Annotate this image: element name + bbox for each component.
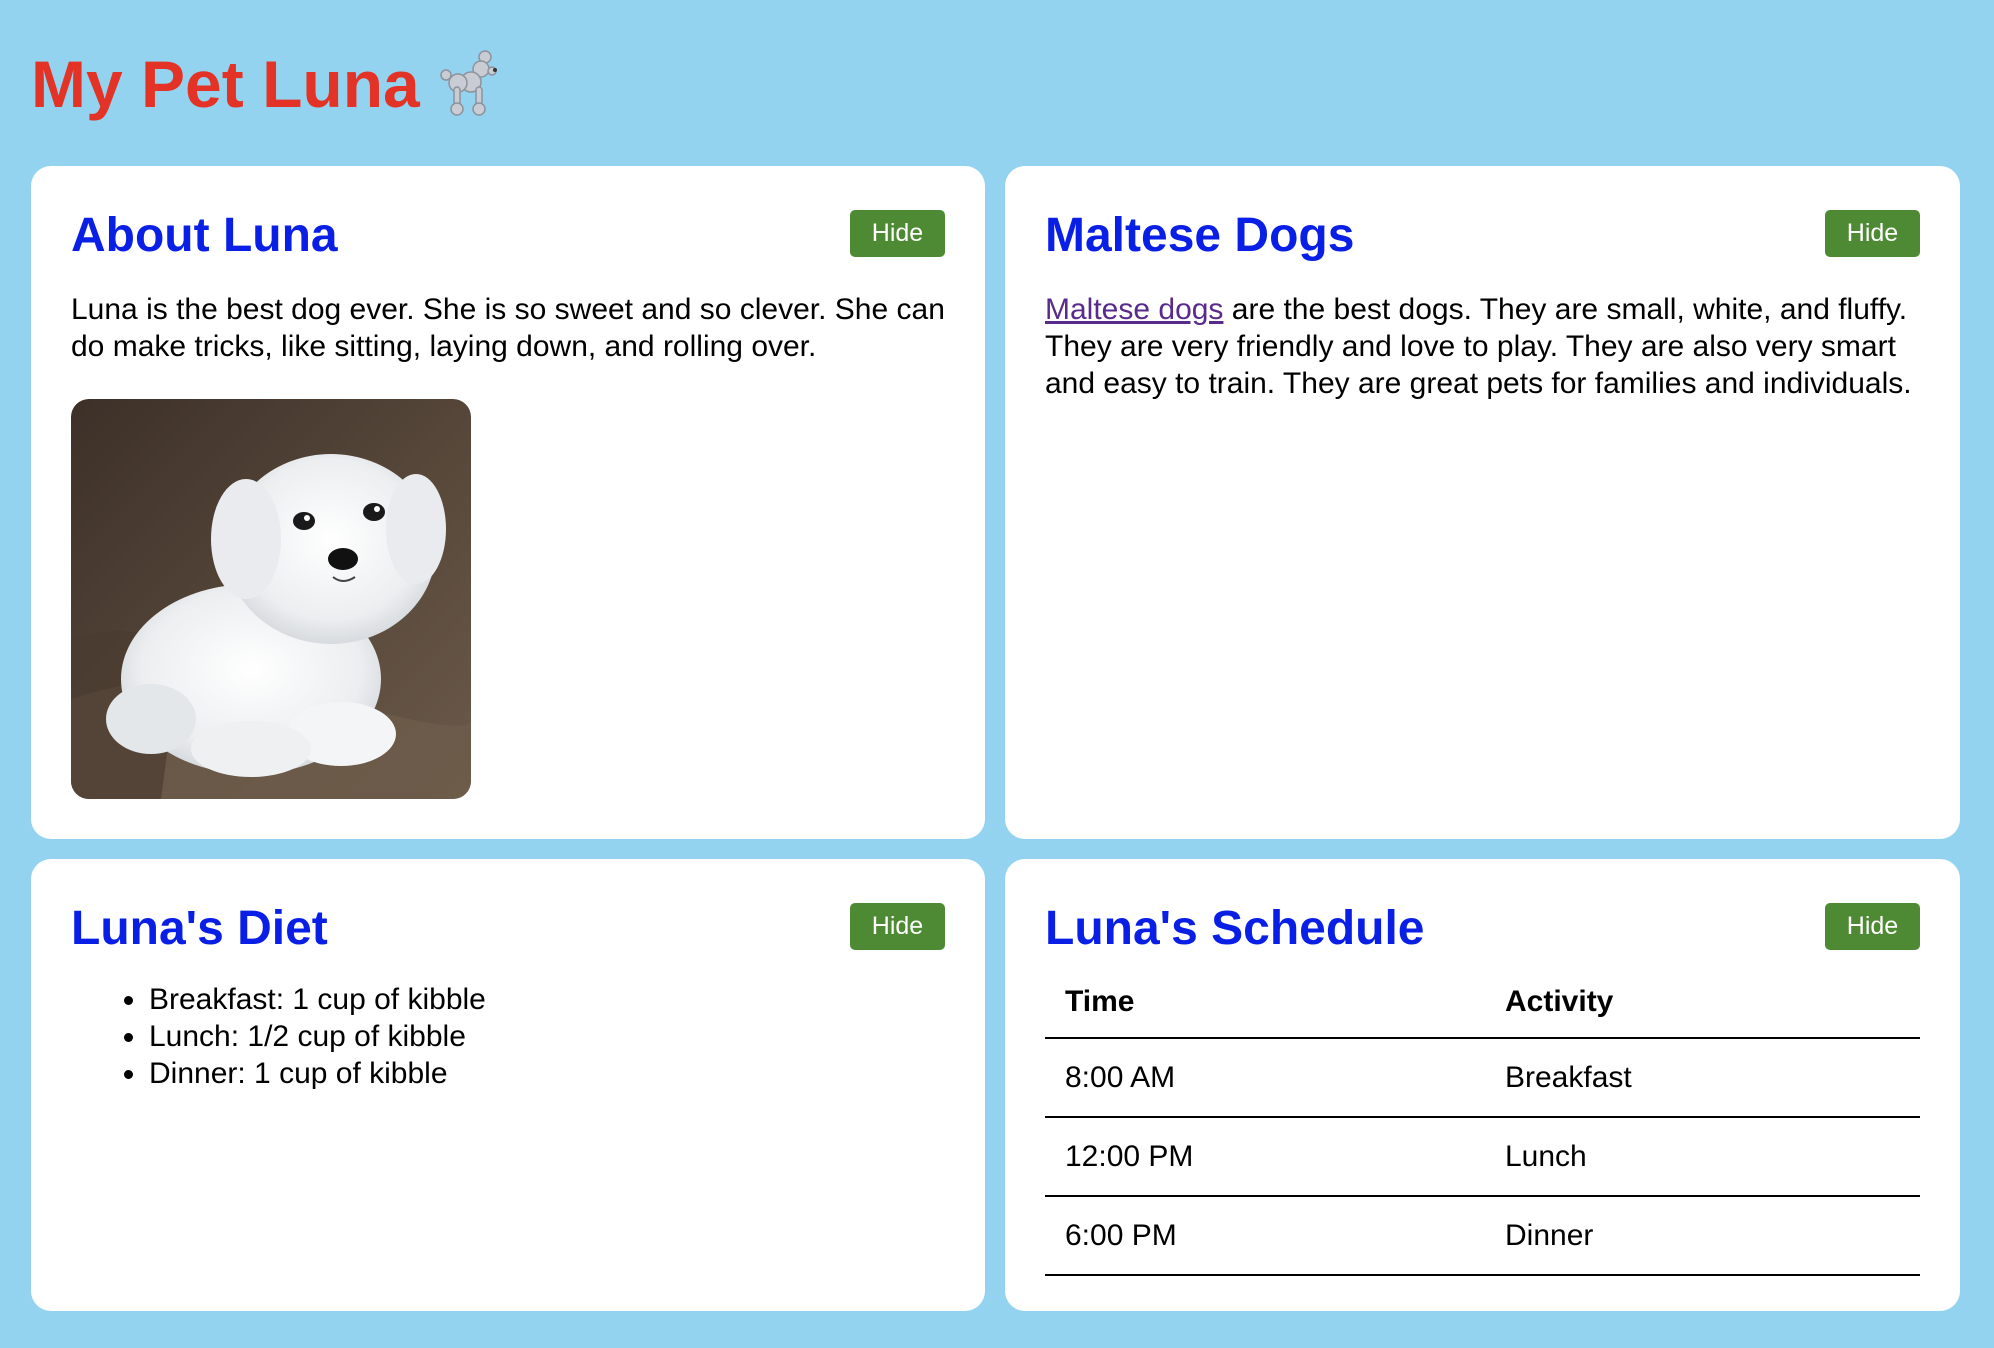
diet-list: Breakfast: 1 cup of kibble Lunch: 1/2 cu… [124, 981, 486, 1092]
page-title: My Pet Luna [31, 44, 504, 124]
table-row: 6:00 PM Dinner [1045, 1196, 1920, 1276]
schedule-header-activity: Activity [1485, 967, 1920, 1039]
about-luna-heading: About Luna [71, 209, 338, 262]
about-hide-button[interactable]: Hide [850, 210, 945, 257]
luna-diet-heading: Luna's Diet [71, 902, 328, 955]
diet-item-lunch: Lunch: 1/2 cup of kibble [124, 1018, 486, 1055]
luna-photo [71, 399, 471, 799]
schedule-time-cell: 12:00 PM [1045, 1117, 1485, 1197]
table-row: 8:00 AM Breakfast [1045, 1038, 1920, 1118]
poodle-icon [438, 49, 504, 119]
schedule-hide-button[interactable]: Hide [1825, 903, 1920, 950]
page-title-text: My Pet Luna [31, 47, 420, 121]
about-luna-card: About Luna Hide Luna is the best dog eve… [31, 166, 985, 839]
schedule-activity-cell: Dinner [1485, 1196, 1920, 1276]
schedule-activity-cell: Lunch [1485, 1117, 1920, 1197]
table-row: 12:00 PM Lunch [1045, 1117, 1920, 1197]
schedule-time-cell: 6:00 PM [1045, 1196, 1485, 1276]
diet-item-breakfast: Breakfast: 1 cup of kibble [124, 983, 486, 1016]
schedule-header-row: Time Activity [1045, 967, 1920, 1039]
diet-hide-button[interactable]: Hide [850, 903, 945, 950]
schedule-table: Time Activity 8:00 AM Breakfast 12:00 PM… [1045, 967, 1920, 1276]
maltese-dogs-card: Maltese Dogs Hide Maltese dogs are the b… [1005, 166, 1960, 839]
luna-diet-card: Luna's Diet Hide Breakfast: 1 cup of kib… [31, 859, 985, 1311]
maltese-hide-button[interactable]: Hide [1825, 210, 1920, 257]
luna-schedule-card: Luna's Schedule Hide Time Activity 8:00 … [1005, 859, 1960, 1311]
maltese-dogs-heading: Maltese Dogs [1045, 209, 1355, 262]
about-luna-text: Luna is the best dog ever. She is so swe… [71, 293, 945, 363]
schedule-time-cell: 8:00 AM [1045, 1038, 1485, 1118]
luna-schedule-heading: Luna's Schedule [1045, 902, 1425, 955]
diet-item-dinner: Dinner: 1 cup of kibble [124, 1055, 486, 1092]
maltese-dogs-link[interactable]: Maltese dogs [1045, 293, 1223, 326]
maltese-dogs-text: Maltese dogs are the best dogs. They are… [1045, 291, 1920, 402]
schedule-header-time: Time [1045, 967, 1485, 1039]
schedule-activity-cell: Breakfast [1485, 1038, 1920, 1118]
